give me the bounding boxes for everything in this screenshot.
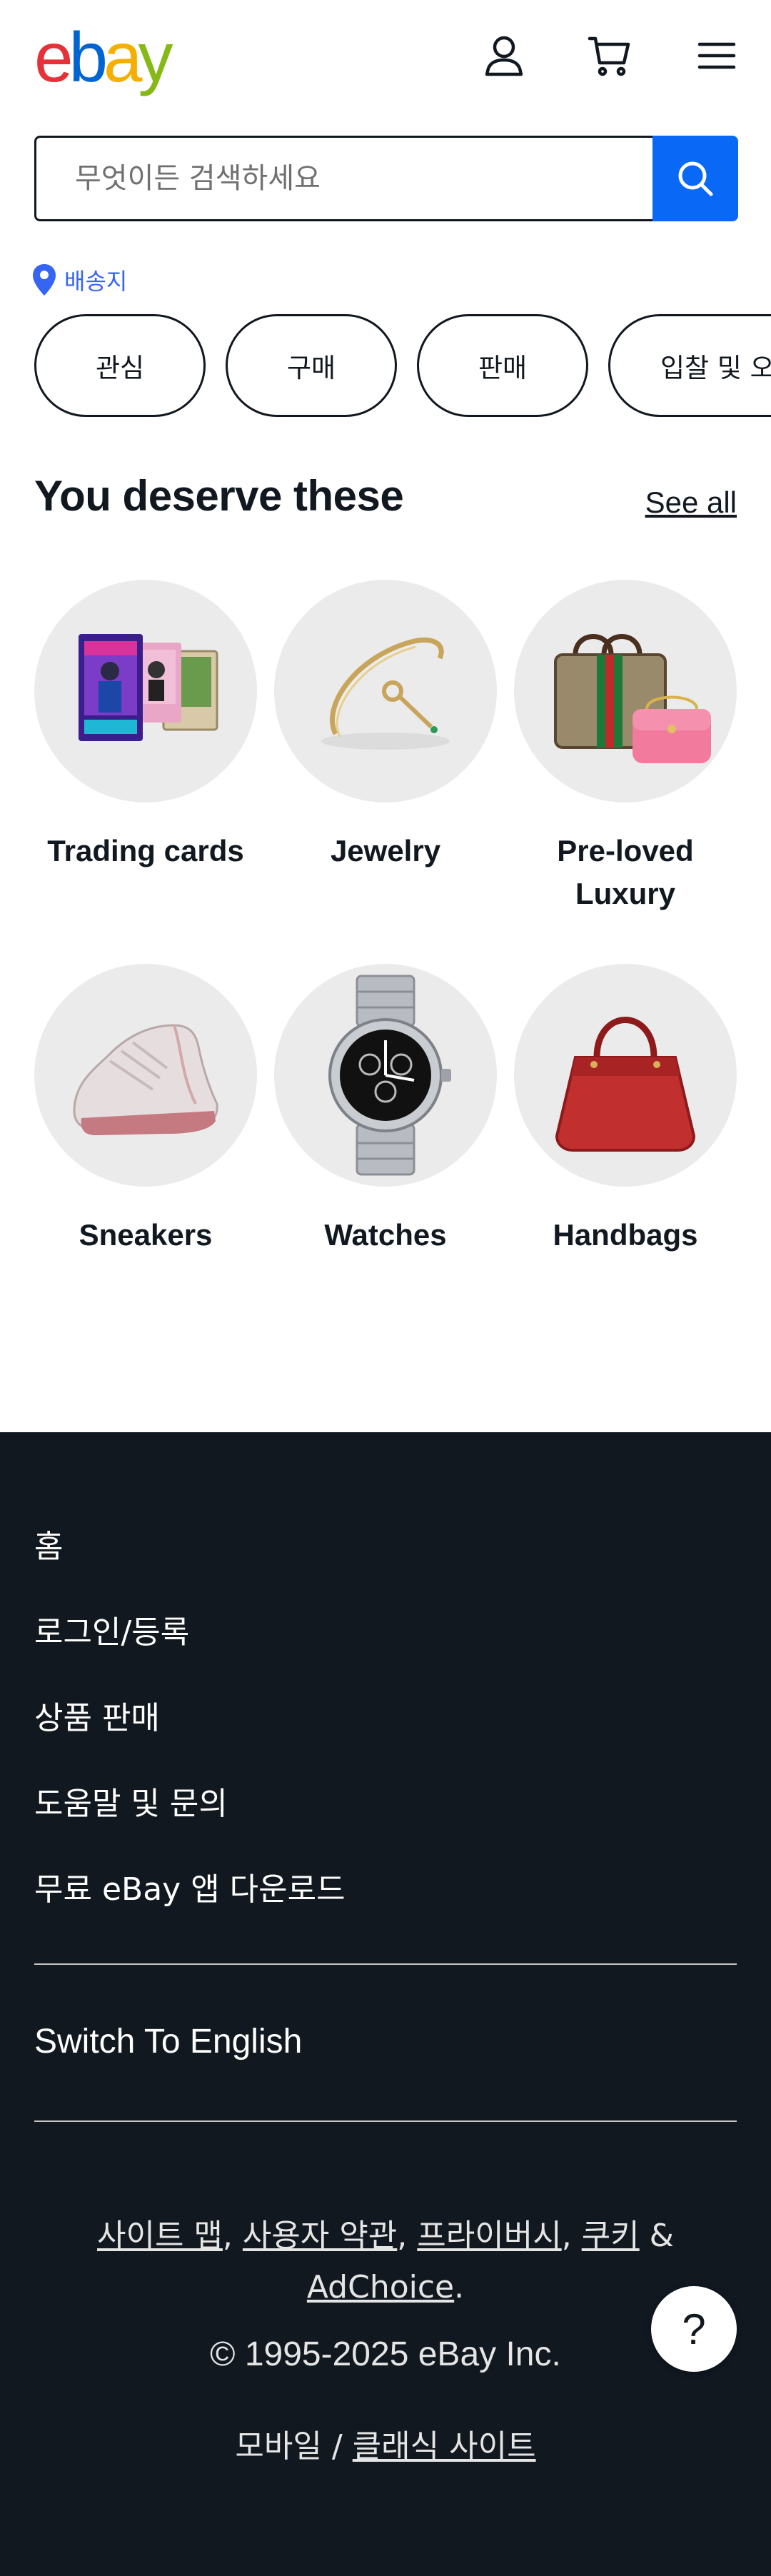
tile-label: Sneakers [79, 1218, 213, 1252]
legal-links-line2: AdChoice. [0, 2262, 771, 2313]
sneaker-image [34, 964, 257, 1187]
mobile-label: 모바일 [235, 2428, 322, 2465]
logo-letter-a: a [104, 18, 142, 96]
chip-bids-offers[interactable]: 입찰 및 오퍼 [608, 314, 771, 417]
terms-link[interactable]: 사용자 약관 [243, 2218, 397, 2254]
chip-watchlist[interactable]: 관심 [34, 314, 206, 417]
legal-period: . [454, 2269, 465, 2305]
handbag-image [514, 964, 737, 1187]
site-version-switch: 모바일 / 클래식 사이트 [0, 2420, 771, 2466]
adchoice-link[interactable]: AdChoice [307, 2269, 454, 2305]
search-bar [34, 136, 738, 221]
logo-letter-y: y [138, 18, 173, 96]
footer-link-help-contact[interactable]: 도움말 및 문의 [34, 1778, 228, 1823]
user-icon[interactable] [478, 30, 530, 81]
header: ebay [0, 0, 771, 121]
help-button[interactable]: ? [651, 2286, 737, 2372]
footer-divider [34, 2120, 737, 2122]
legal-comma: , [397, 2218, 408, 2254]
tile-handbags[interactable]: Handbags [514, 964, 737, 1257]
ebay-logo[interactable]: ebay [34, 18, 173, 96]
tile-watches[interactable]: Watches [274, 964, 497, 1257]
nav-chips: 관심 구매 판매 입찰 및 오퍼 [34, 314, 771, 417]
trading-cards-image [34, 580, 257, 803]
see-all-link[interactable]: See all [645, 485, 737, 520]
footer-link-sell[interactable]: 상품 판매 [34, 1692, 160, 1738]
footer-divider [34, 1963, 737, 1965]
tile-pre-loved-luxury[interactable]: Pre-loved Luxury [514, 580, 737, 915]
logo-letter-e: e [34, 18, 73, 96]
chip-purchases[interactable]: 구매 [226, 314, 397, 417]
search-icon [678, 161, 713, 196]
section-title: You deserve these [34, 472, 404, 520]
footer [0, 1432, 771, 2576]
tile-label: Pre-loved Luxury [557, 834, 694, 910]
switch-language-link[interactable]: Switch To English [34, 2022, 302, 2061]
luxury-bags-image [514, 580, 737, 803]
privacy-link[interactable]: 프라이버시 [417, 2218, 561, 2254]
tile-sneakers[interactable]: Sneakers [34, 964, 257, 1257]
tile-label: Watches [324, 1218, 447, 1252]
location-pin-icon [33, 264, 56, 296]
footer-link-signin-register[interactable]: 로그인/등록 [34, 1606, 189, 1652]
bracelet-image [274, 580, 497, 803]
legal-comma: , [222, 2218, 233, 2254]
tile-label: Handbags [553, 1218, 698, 1252]
watch-image [274, 964, 497, 1187]
chip-selling[interactable]: 판매 [417, 314, 588, 417]
cart-icon[interactable] [584, 30, 635, 81]
ship-to-label: 배송지 [64, 268, 128, 295]
menu-icon[interactable] [691, 30, 742, 81]
ship-to[interactable]: 배송지 [31, 261, 127, 298]
tile-trading-cards[interactable]: Trading cards [34, 580, 257, 872]
sitemap-link[interactable]: 사이트 맵 [97, 2218, 223, 2254]
legal-links: 사이트 맵, 사용자 약관, 프라이버시, 쿠키 & [0, 2210, 771, 2262]
classic-site-link[interactable]: 클래식 사이트 [353, 2428, 536, 2465]
site-separator: / [331, 2428, 343, 2465]
search-input[interactable] [34, 136, 652, 221]
tile-jewelry[interactable]: Jewelry [274, 580, 497, 872]
legal-comma: , [561, 2218, 572, 2254]
footer-link-app-download[interactable]: 무료 eBay 앱 다운로드 [34, 1863, 346, 1909]
cookies-link[interactable]: 쿠키 [582, 2218, 640, 2254]
search-button[interactable] [652, 136, 738, 221]
logo-letter-b: b [69, 18, 108, 96]
tile-label: Trading cards [47, 834, 244, 867]
legal-ampersand: & [649, 2218, 674, 2254]
tile-label: Jewelry [330, 834, 441, 867]
footer-link-home[interactable]: 홈 [34, 1521, 63, 1566]
